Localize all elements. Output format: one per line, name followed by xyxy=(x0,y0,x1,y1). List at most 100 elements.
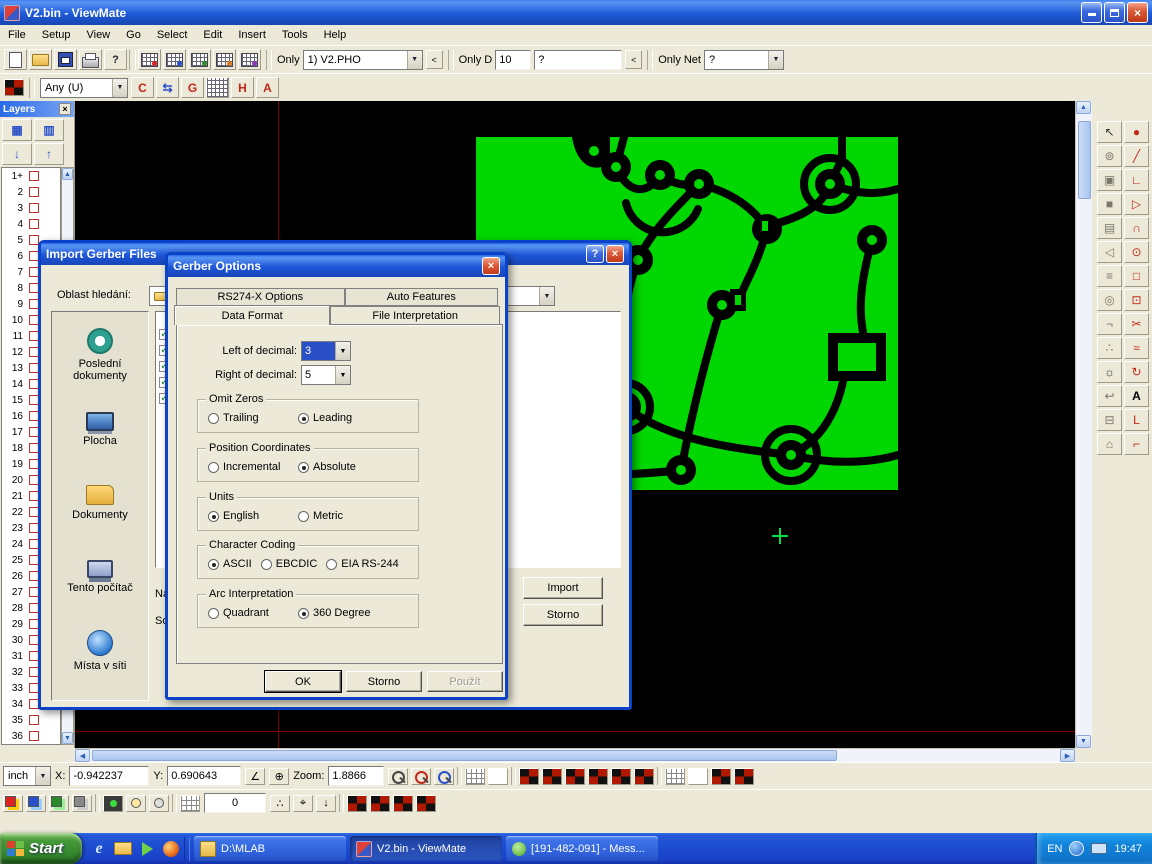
table-settings-icon[interactable] xyxy=(238,49,261,70)
canvas-vertical-scrollbar[interactable]: ▲ ▼ xyxy=(1075,101,1092,748)
dcode-filter-field[interactable]: ? xyxy=(534,50,622,70)
text-tool[interactable]: A xyxy=(1124,385,1149,407)
pan-origin-icon[interactable]: ⊕ xyxy=(269,768,289,785)
radio-option[interactable]: Trailing xyxy=(208,412,298,424)
menu-item[interactable]: Edit xyxy=(195,25,230,45)
dialog-title-bar[interactable]: Gerber Options × xyxy=(168,255,505,277)
cancel-button[interactable]: Storno xyxy=(523,604,603,626)
dcode-colors-icon[interactable] xyxy=(4,79,24,96)
save-file-icon[interactable] xyxy=(54,49,77,70)
place-item[interactable]: Tento počítač xyxy=(52,540,148,614)
lamp-off-icon[interactable] xyxy=(149,795,169,812)
drop-marker-icon[interactable]: ↓ xyxy=(316,795,336,812)
tab-rs274x-options[interactable]: RS274-X Options xyxy=(176,288,345,306)
only-net-label[interactable]: Only xyxy=(658,54,681,66)
step-grid-icon[interactable] xyxy=(180,795,200,812)
dcode-pattern-icon[interactable] xyxy=(588,768,608,785)
prev-layer-button[interactable]: < xyxy=(426,50,443,69)
close-icon[interactable]: × xyxy=(482,257,500,275)
layer-grid-icon[interactable]: ▦ xyxy=(2,119,32,141)
origin-marker-icon[interactable]: ⌖ xyxy=(293,795,313,812)
radio-option[interactable]: EIA RS-244 xyxy=(326,558,398,570)
scroll-thumb[interactable] xyxy=(92,750,837,761)
snap-grid-tool[interactable]: ▣ xyxy=(1097,169,1122,191)
layer-color-icon[interactable] xyxy=(3,795,23,812)
unit-combo[interactable]: inch ▼ xyxy=(3,766,51,786)
place-item[interactable]: Plocha xyxy=(52,392,148,466)
layer-select-combo[interactable]: 1) V2.PHO ▼ xyxy=(303,50,423,70)
draw-arc-tool[interactable]: ∩ xyxy=(1124,217,1149,239)
flash-point-tool[interactable]: ● xyxy=(1124,121,1149,143)
wave-tool[interactable]: ≈ xyxy=(1124,337,1149,359)
language-indicator[interactable]: EN xyxy=(1047,843,1062,855)
separator[interactable] xyxy=(129,50,136,70)
radio-option[interactable]: Quadrant xyxy=(208,607,298,619)
layer-row[interactable]: 2 xyxy=(2,184,60,200)
canvas-horizontal-scrollbar[interactable]: ◀ ▶ xyxy=(75,748,1075,762)
radio-option[interactable]: English xyxy=(208,510,298,522)
separator[interactable] xyxy=(172,794,177,812)
separator[interactable] xyxy=(339,794,344,812)
separator[interactable] xyxy=(511,767,516,785)
restore-button[interactable] xyxy=(1104,2,1125,23)
step-value-field[interactable]: 0 xyxy=(204,793,266,813)
scroll-right-icon[interactable]: ▶ xyxy=(1060,749,1075,762)
rotate-tool[interactable]: ↻ xyxy=(1124,361,1149,383)
dcode-pattern-icon[interactable] xyxy=(734,768,754,785)
only-dcode-label[interactable]: Only xyxy=(459,54,482,66)
chevron-down-icon[interactable]: ▼ xyxy=(768,51,783,69)
layer-color-icon[interactable] xyxy=(49,795,69,812)
tab-data-format[interactable]: Data Format xyxy=(174,305,330,325)
dcode-value-field[interactable]: 10 xyxy=(495,50,531,70)
cut-tool[interactable]: ✂ xyxy=(1124,313,1149,335)
close-button[interactable]: × xyxy=(1127,2,1148,23)
x-coordinate-field[interactable]: -0.942237 xyxy=(69,766,149,786)
draw-circle-tool[interactable]: ⊙ xyxy=(1124,241,1149,263)
place-item[interactable]: Dokumenty xyxy=(52,466,148,540)
keyboard-icon[interactable] xyxy=(1091,843,1107,854)
tab-file-interpretation[interactable]: File Interpretation xyxy=(330,306,500,325)
ok-button[interactable]: OK xyxy=(265,671,341,692)
draw-line-tool[interactable]: ╱ xyxy=(1124,145,1149,167)
explorer-quicklaunch-icon[interactable] xyxy=(112,837,134,861)
print-icon[interactable] xyxy=(79,49,102,70)
separator[interactable] xyxy=(457,767,462,785)
menu-item[interactable]: File xyxy=(0,25,34,45)
zoom-value-field[interactable]: 1.8866 xyxy=(328,766,384,786)
radio-option[interactable]: Absolute xyxy=(298,461,388,473)
radio-option[interactable]: 360 Degree xyxy=(298,607,388,619)
chevron-down-icon[interactable]: ▼ xyxy=(335,366,350,384)
clock[interactable]: 19:47 xyxy=(1114,843,1142,855)
radio-option[interactable]: Leading xyxy=(298,412,388,424)
swap-layers-tool[interactable]: ⇆ xyxy=(156,77,179,98)
concentric-tool[interactable]: ◎ xyxy=(1097,289,1122,311)
start-button[interactable]: Start xyxy=(0,833,82,864)
move-layer-down-icon[interactable]: ↓ xyxy=(2,143,32,165)
close-icon[interactable]: × xyxy=(606,245,624,263)
help-icon[interactable]: ? xyxy=(586,245,604,263)
right-of-decimal-combo[interactable]: 5 ▼ xyxy=(301,365,351,385)
left-of-decimal-combo[interactable]: 3 ▼ xyxy=(301,341,351,361)
menu-item[interactable]: Go xyxy=(118,25,149,45)
layers-panel-header[interactable]: Layers × xyxy=(0,101,74,117)
lamp-on-icon[interactable] xyxy=(126,795,146,812)
status-light-icon[interactable] xyxy=(103,795,123,812)
radio-option[interactable]: Incremental xyxy=(208,461,298,473)
layer-list-icon[interactable]: ▥ xyxy=(34,119,64,141)
chevron-down-icon[interactable]: ▼ xyxy=(335,342,350,360)
chevron-down-icon[interactable]: ▼ xyxy=(539,287,554,305)
clear-highlight-tool[interactable]: C xyxy=(131,77,154,98)
taskbar-task-button[interactable]: D:\MLAB xyxy=(194,836,346,861)
aperture-tool[interactable]: A xyxy=(256,77,279,98)
move-layer-up-icon[interactable]: ↑ xyxy=(34,143,64,165)
zoom-in-tool[interactable] xyxy=(411,768,431,785)
compare-tables-icon[interactable] xyxy=(188,49,211,70)
measure-icon[interactable]: ∠ xyxy=(245,768,265,785)
gcode-tool[interactable]: G xyxy=(181,77,204,98)
prev-dcode-button[interactable]: < xyxy=(625,50,642,69)
layer-table-icon[interactable] xyxy=(138,49,161,70)
taskbar-task-button[interactable]: [191-482-091] - Mess... xyxy=(506,836,658,861)
place-item[interactable]: Poslední dokumenty xyxy=(52,318,148,392)
scroll-up-icon[interactable]: ▲ xyxy=(62,168,73,180)
scroll-down-icon[interactable]: ▼ xyxy=(1076,735,1091,748)
